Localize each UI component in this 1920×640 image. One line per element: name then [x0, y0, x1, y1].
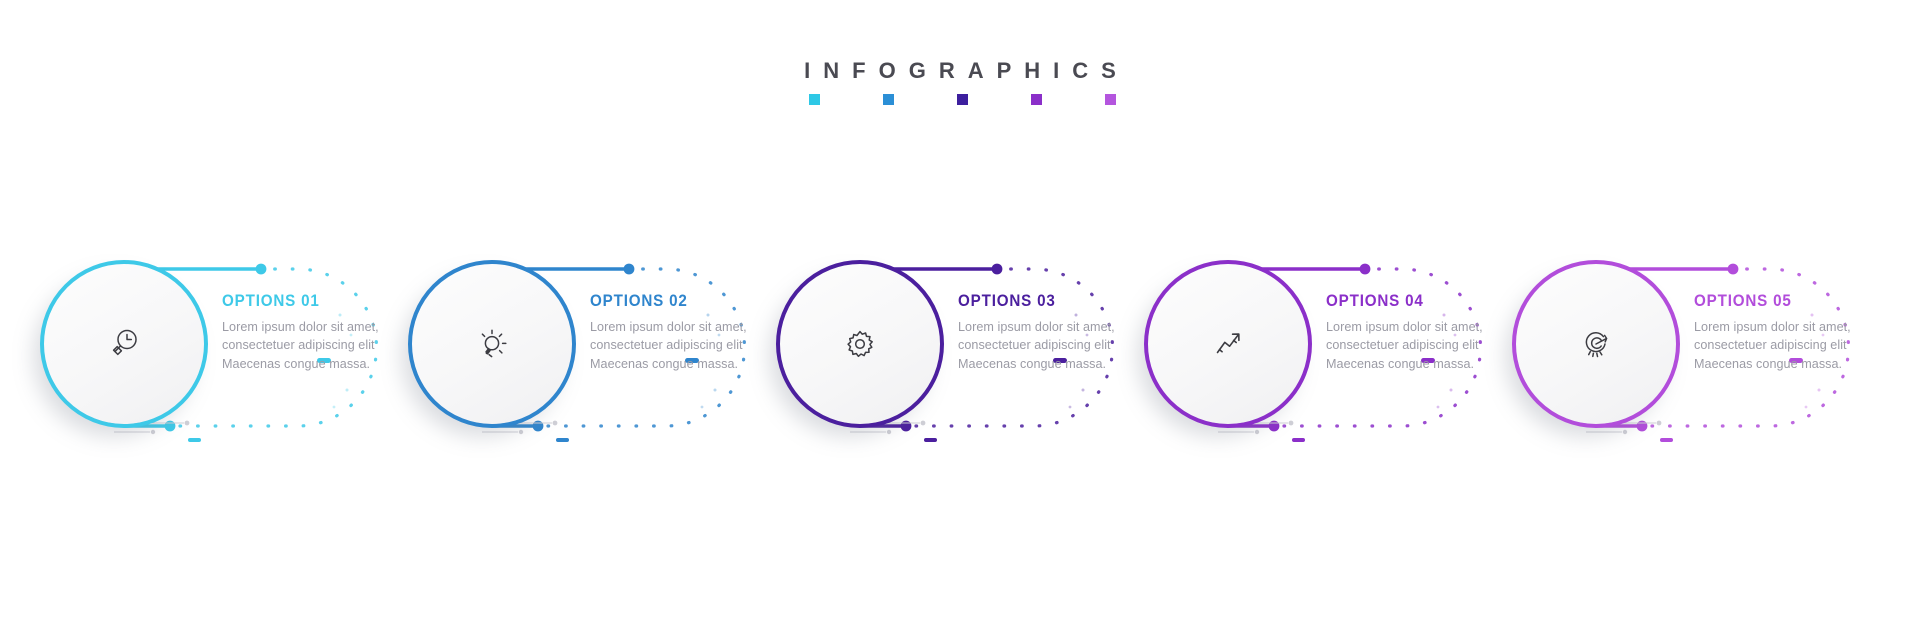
option-text-block: OPTIONS 05 Lorem ipsum dolor sit amet, c…	[1694, 293, 1884, 373]
option-item[interactable]: OPTIONS 02 Lorem ipsum dolor sit amet, c…	[408, 255, 798, 442]
page-title: INFOGRAPHICS	[804, 58, 1129, 83]
option-description: Lorem ipsum dolor sit amet, consectetuer…	[1694, 319, 1851, 371]
option-item[interactable]: OPTIONS 01 Lorem ipsum dolor sit amet, c…	[40, 255, 430, 442]
option-text-block: OPTIONS 03 Lorem ipsum dolor sit amet, c…	[958, 293, 1148, 373]
option-title: OPTIONS 04	[1326, 292, 1424, 310]
header: INFOGRAPHICS	[0, 60, 1920, 105]
option-circle-ring	[40, 260, 208, 428]
option-circle-ring	[1512, 260, 1680, 428]
color-swatch	[1030, 94, 1042, 105]
color-swatch	[808, 94, 820, 105]
option-title: OPTIONS 01	[222, 292, 320, 310]
option-circle-ring	[776, 260, 944, 428]
option-title: OPTIONS 05	[1694, 292, 1792, 310]
option-title: OPTIONS 03	[958, 292, 1056, 310]
color-swatch	[956, 94, 968, 105]
option-item[interactable]: OPTIONS 05 Lorem ipsum dolor sit amet, c…	[1512, 255, 1902, 442]
option-item[interactable]: OPTIONS 03 Lorem ipsum dolor sit amet, c…	[776, 255, 1166, 442]
color-swatch	[882, 94, 894, 105]
color-swatch-row	[0, 94, 1920, 105]
option-description: Lorem ipsum dolor sit amet, consectetuer…	[590, 319, 747, 371]
option-text-block: OPTIONS 01 Lorem ipsum dolor sit amet, c…	[222, 293, 412, 373]
option-title: OPTIONS 02	[590, 292, 688, 310]
option-text-block: OPTIONS 04 Lorem ipsum dolor sit amet, c…	[1326, 293, 1516, 373]
option-description: Lorem ipsum dolor sit amet, consectetuer…	[222, 319, 379, 371]
option-text-block: OPTIONS 02 Lorem ipsum dolor sit amet, c…	[590, 293, 780, 373]
option-description: Lorem ipsum dolor sit amet, consectetuer…	[958, 319, 1115, 371]
color-swatch	[1104, 94, 1116, 105]
option-circle-ring	[408, 260, 576, 428]
option-item[interactable]: OPTIONS 04 Lorem ipsum dolor sit amet, c…	[1144, 255, 1534, 442]
option-description: Lorem ipsum dolor sit amet, consectetuer…	[1326, 319, 1483, 371]
option-circle-ring	[1144, 260, 1312, 428]
